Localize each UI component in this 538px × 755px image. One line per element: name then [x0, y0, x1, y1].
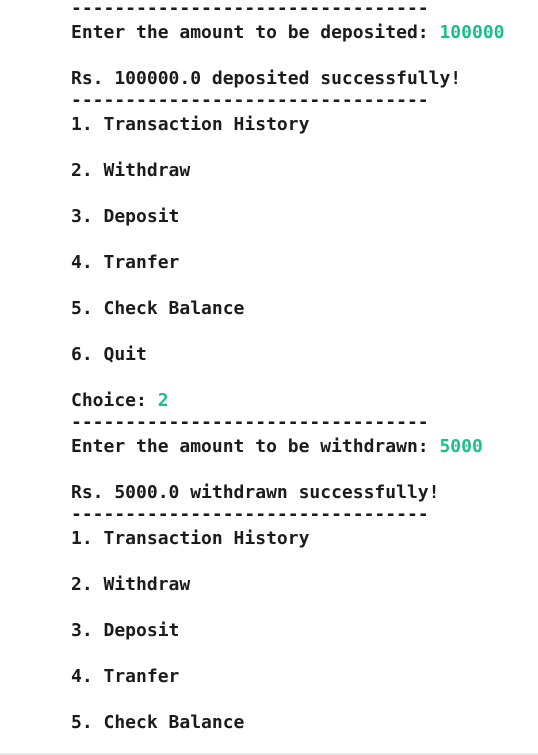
withdraw-input-value: 5000 — [439, 436, 483, 457]
menu-item-transaction-history: 1. Transaction History — [71, 114, 310, 135]
separator-line: --------------------------------- — [71, 0, 429, 19]
separator-line: --------------------------------- — [71, 412, 429, 433]
menu-item-withdraw: 2. Withdraw — [71, 574, 191, 595]
menu-item-check-balance: 5. Check Balance — [71, 298, 245, 319]
choice-prompt-line: Choice: 2 — [71, 390, 169, 412]
menu-item-deposit: 3. Deposit — [71, 620, 180, 641]
deposit-prompt: Enter the amount to be deposited: — [71, 22, 440, 43]
menu-item-deposit: 3. Deposit — [71, 206, 180, 227]
menu-item-quit: 6. Quit — [71, 344, 147, 365]
menu-item-check-balance: 5. Check Balance — [71, 712, 245, 733]
withdraw-prompt: Enter the amount to be withdrawn: — [71, 436, 440, 457]
separator-line: --------------------------------- — [71, 90, 429, 111]
menu-item-transfer: 4. Tranfer — [71, 252, 180, 273]
deposit-result: Rs. 100000.0 deposited successfully! — [71, 68, 462, 89]
separator-line: --------------------------------- — [71, 504, 429, 525]
deposit-prompt-line: Enter the amount to be deposited: 100000 — [71, 22, 505, 44]
menu-item-transfer: 4. Tranfer — [71, 666, 180, 687]
menu-item-transaction-history: 1. Transaction History — [71, 528, 310, 549]
choice-input-value: 2 — [157, 390, 169, 411]
menu-item-withdraw: 2. Withdraw — [71, 160, 191, 181]
withdraw-result: Rs. 5000.0 withdrawn successfully! — [71, 482, 440, 503]
deposit-input-value: 100000 — [439, 22, 505, 43]
console-output: --------------------------------- Enter … — [71, 0, 531, 733]
withdraw-prompt-line: Enter the amount to be withdrawn: 5000 — [71, 436, 483, 458]
choice-prompt: Choice: — [71, 390, 158, 411]
